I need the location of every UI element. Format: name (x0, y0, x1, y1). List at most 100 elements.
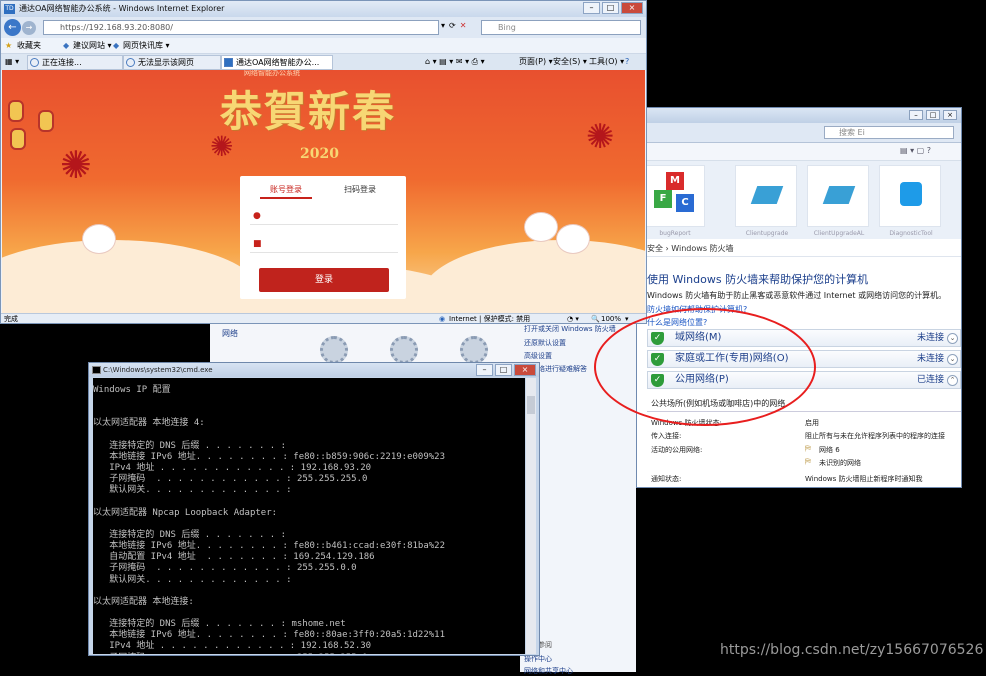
scrollbar-thumb[interactable] (527, 396, 535, 414)
detail-value: 启用 (805, 419, 819, 427)
protected-mode-icon[interactable]: ◔ ▾ (567, 314, 579, 323)
settings-file-icon (460, 336, 488, 364)
file-caption: ClientUpgradeAL (813, 230, 865, 237)
search-input[interactable]: Bing (481, 20, 641, 35)
oa-logo-icon: TD (4, 4, 15, 14)
network-status: 未连接 (916, 333, 944, 343)
side-item[interactable]: 打开或关闭 Windows 防火墙 (524, 324, 616, 334)
maximize-icon[interactable]: □ (926, 110, 940, 120)
minimize-icon[interactable]: – (909, 110, 923, 120)
lock-icon: ■ (253, 239, 262, 249)
link-icon: ◆ (113, 41, 120, 50)
oa-login-page: 网络智能办公系统 ✺ ✺ ✺ ❄ ❄ 恭賀新春 2020 账号登录 扫码登录 ●… (2, 70, 645, 313)
firework-icon: ✺ (60, 143, 92, 187)
scrollbar[interactable] (526, 378, 536, 654)
cmd-titlebar: C:\Windows\system32\cmd.exe – □ × (89, 363, 539, 377)
window-title: 通达OA网络智能办公系统 - Windows Internet Explorer (19, 4, 225, 13)
file-tile[interactable]: ClientUpgradeAL (807, 165, 869, 237)
chevron-down-icon[interactable]: ⌄ (947, 354, 958, 365)
close-icon[interactable]: × (943, 110, 957, 120)
console-output[interactable]: Windows IP 配置 以太网适配器 本地连接 4: 连接特定的 DNS 后缀… (93, 378, 525, 654)
back-arrow-icon[interactable]: ← (4, 19, 21, 36)
tab-oa[interactable]: 通达OA网络智能办公... (221, 55, 333, 70)
console-line: 以太网适配器 本地连接: (93, 596, 194, 607)
detail-key: 活动的公用网络: (651, 446, 703, 454)
url-input[interactable]: https://192.168.93.20:8080/ (43, 20, 439, 35)
username-field[interactable]: ● (250, 206, 398, 225)
dropdown-icon[interactable]: ▾ (441, 21, 445, 30)
detail-value: 网络 6 (819, 446, 840, 454)
help-icon[interactable]: ? (625, 54, 629, 70)
tab-label: 正在连接... (42, 58, 82, 67)
ie-window: TD 通达OA网络智能办公系统 - Windows Internet Explo… (0, 0, 647, 324)
file-caption: bugReport (659, 230, 691, 237)
view-icon[interactable]: ▤ ▾ ▢ ? (900, 146, 931, 155)
settings-file-icon (390, 336, 418, 364)
file-tile[interactable]: DiagnosticTool (879, 165, 941, 237)
zone-status[interactable]: Internet | 保护模式: 禁用 (449, 314, 530, 323)
fav-link[interactable]: 网页快讯库 ▾ (123, 38, 170, 54)
console-line: 以太网适配器 本地连接 4: (93, 418, 205, 429)
network-status: 未连接 (916, 354, 944, 364)
tab-account-login[interactable]: 账号登录 (270, 184, 302, 195)
tab-label: 通达OA网络智能办公... (236, 58, 320, 67)
new-year-greeting: 恭賀新春 (220, 87, 397, 136)
tools-menu[interactable]: 工具(O) ▾ (589, 54, 624, 70)
network-bench-icon: ⛿ (805, 457, 811, 466)
password-field[interactable]: ■ (250, 234, 398, 253)
chevron-up-icon[interactable]: ⌃ (947, 375, 958, 386)
lantern-icon (10, 128, 26, 150)
user-icon: ● (253, 211, 261, 221)
close-icon[interactable]: × (621, 2, 643, 14)
maximize-icon[interactable]: □ (602, 2, 619, 14)
detail-value: 未识别的网络 (819, 459, 861, 467)
login-button[interactable]: 登录 (259, 268, 389, 292)
mouse-mascot-icon (556, 224, 590, 254)
tab-qr-login[interactable]: 扫码登录 (344, 184, 376, 195)
file-tile[interactable]: M F C bugReport (643, 165, 705, 237)
maximize-icon[interactable]: □ (495, 364, 512, 376)
stop-icon[interactable]: ✕ (460, 21, 467, 30)
side-item[interactable]: 网络和共享中心 (524, 666, 573, 676)
active-tab-indicator (260, 197, 312, 199)
lantern-icon (8, 100, 24, 122)
ie-titlebar: TD 通达OA网络智能办公系统 - Windows Internet Explo… (1, 1, 646, 17)
firewall-addressbar: 搜索 Ei (637, 123, 961, 143)
forward-arrow-icon[interactable]: → (22, 21, 36, 35)
installer-icon (822, 186, 856, 204)
chevron-down-icon[interactable]: ⌄ (947, 333, 958, 344)
fav-link[interactable]: 建议网站 ▾ (73, 38, 112, 54)
network-label[interactable]: 网络 (222, 328, 238, 339)
tab-grid-icon[interactable]: ▦ ▾ (5, 54, 19, 70)
chevron-down-icon[interactable]: ▾ (625, 314, 629, 323)
tab-connecting[interactable]: 正在连接... (27, 55, 123, 70)
lantern-icon (38, 110, 54, 132)
firewall-window: – □ × 搜索 Ei ▤ ▾ ▢ ? M F C bugReport Clie… (636, 107, 962, 488)
ie-statusbar: 完成 ◉ Internet | 保护模式: 禁用 ◔ ▾ 🔍 100% ▾ (1, 313, 646, 323)
breadcrumb[interactable]: 安全 › Windows 防火墙 (637, 241, 961, 257)
console-icon (92, 366, 101, 374)
minimize-icon[interactable]: – (476, 364, 493, 376)
side-item[interactable]: 高级设置 (524, 351, 552, 361)
detail-value: Windows 防火墙阻止新程序时通知我 (805, 475, 923, 483)
console-line: Windows IP 配置 (93, 385, 171, 395)
year-label: 2020 (300, 146, 339, 162)
page-menu[interactable]: 页面(P) ▾ (519, 54, 553, 70)
url-actions: ▾ ⟳ ✕ (441, 21, 466, 30)
zoom-icon: 🔍 (591, 315, 600, 323)
favorites-button[interactable]: 收藏夹 (17, 38, 41, 54)
favorites-bar: ★ 收藏夹 ◆ 建议网站 ▾ ◆ 网页快讯库 ▾ (1, 38, 646, 54)
firewall-search-input[interactable]: 搜索 Ei (824, 126, 954, 139)
link-icon: ◆ (63, 41, 70, 50)
side-item[interactable]: 还原默认设置 (524, 338, 566, 348)
zoom-level[interactable]: 100% (601, 314, 621, 323)
refresh-icon[interactable]: ⟳ (449, 21, 456, 30)
safety-menu[interactable]: 安全(S) ▾ (553, 54, 587, 70)
home-icon[interactable]: ⌂ ▾ ▤ ▾ ✉ ▾ ⎙ ▾ (425, 54, 485, 70)
file-tile[interactable]: Clientupgrade (735, 165, 797, 237)
network-status: 已连接 (916, 375, 944, 385)
close-icon[interactable]: × (514, 364, 536, 376)
tab-cannot-display[interactable]: 无法显示该网页 (123, 55, 221, 70)
firewall-commandbar: ▤ ▾ ▢ ? (637, 143, 961, 161)
minimize-icon[interactable]: – (583, 2, 600, 14)
